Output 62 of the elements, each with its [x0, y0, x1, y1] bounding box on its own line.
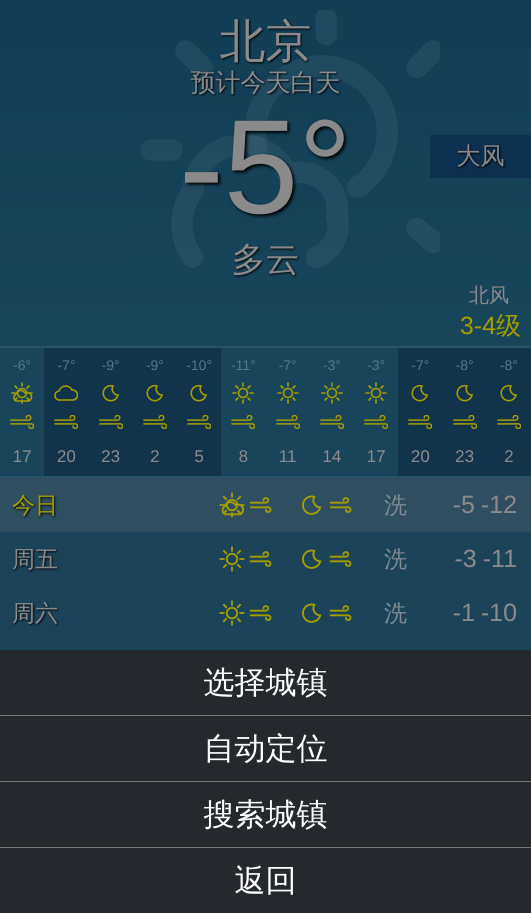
hour-label: 2 [150, 446, 160, 468]
menu-item[interactable]: 返回 [0, 847, 531, 913]
low-temperature: -11 [482, 544, 517, 574]
hourly-temperature: -10° [186, 356, 212, 375]
sun-cloud-wind-icon [218, 491, 274, 519]
hourly-temperature: -8° [456, 356, 474, 375]
hour-label: 17 [366, 446, 386, 468]
current-temperature: -5° [179, 98, 352, 238]
hourly-temperature: -8° [500, 356, 518, 375]
menu-item[interactable]: 搜索城镇 [0, 781, 531, 847]
wind-icon [496, 415, 521, 429]
sun-icon [276, 381, 300, 405]
hour-label: 11 [278, 446, 296, 468]
car-wash-index: 洗 [384, 492, 408, 520]
wind-direction: 北风 [469, 282, 510, 309]
menu-item[interactable]: 选择城镇 [0, 650, 531, 715]
hour-label: 20 [410, 446, 430, 468]
low-temperature: -12 [480, 490, 517, 520]
hour-label: 20 [56, 446, 76, 468]
high-temperature: -1 [452, 598, 475, 628]
hour-label: 14 [322, 446, 342, 468]
hour-label: 5 [194, 446, 204, 468]
hourly-temperature: -9° [146, 356, 164, 375]
hour-label: 23 [101, 446, 120, 468]
low-temperature: -10 [480, 598, 517, 628]
day-name: 周六 [12, 600, 59, 628]
wind-icon [231, 415, 256, 429]
hourly-temperature: -9° [102, 356, 120, 375]
wind-icon [98, 415, 123, 429]
wind-level: 3-4级 [460, 311, 521, 342]
car-wash-index: 洗 [384, 546, 408, 574]
menu-item[interactable]: 自动定位 [0, 715, 531, 781]
wind-icon [142, 415, 167, 429]
sun-icon [364, 381, 388, 405]
hourly-temperature: -7° [411, 356, 430, 375]
sun-cloud-icon [10, 381, 34, 405]
high-temperature: -3 [454, 544, 477, 574]
sun-wind-icon [218, 599, 274, 627]
sun-wind-icon [218, 545, 274, 573]
city-name: 北京 [220, 14, 312, 68]
car-wash-index: 洗 [384, 600, 408, 628]
sun-icon [320, 381, 344, 405]
weather-condition: 多云 [232, 239, 300, 282]
wind-icon [408, 415, 432, 429]
wind-icon [276, 415, 300, 429]
day-name: 周五 [12, 546, 59, 574]
wind-icon [364, 415, 388, 429]
sun-icon [231, 381, 256, 405]
hour-label: 17 [12, 446, 32, 468]
wind-icon [54, 415, 78, 429]
wind-icon [320, 415, 344, 429]
high-temperature: -5 [452, 490, 475, 520]
weather-alert-badge: 大风 [430, 135, 531, 178]
hour-label: 2 [504, 446, 514, 468]
forecast-period: 预计今天白天 [190, 68, 340, 98]
wind-icon [10, 415, 34, 429]
hourly-temperature: -7° [57, 356, 76, 375]
hour-label: 23 [455, 446, 474, 468]
wind-icon [187, 415, 212, 429]
day-name: 今日 [12, 492, 59, 520]
wind-icon [452, 415, 477, 429]
hour-label: 8 [238, 446, 248, 468]
